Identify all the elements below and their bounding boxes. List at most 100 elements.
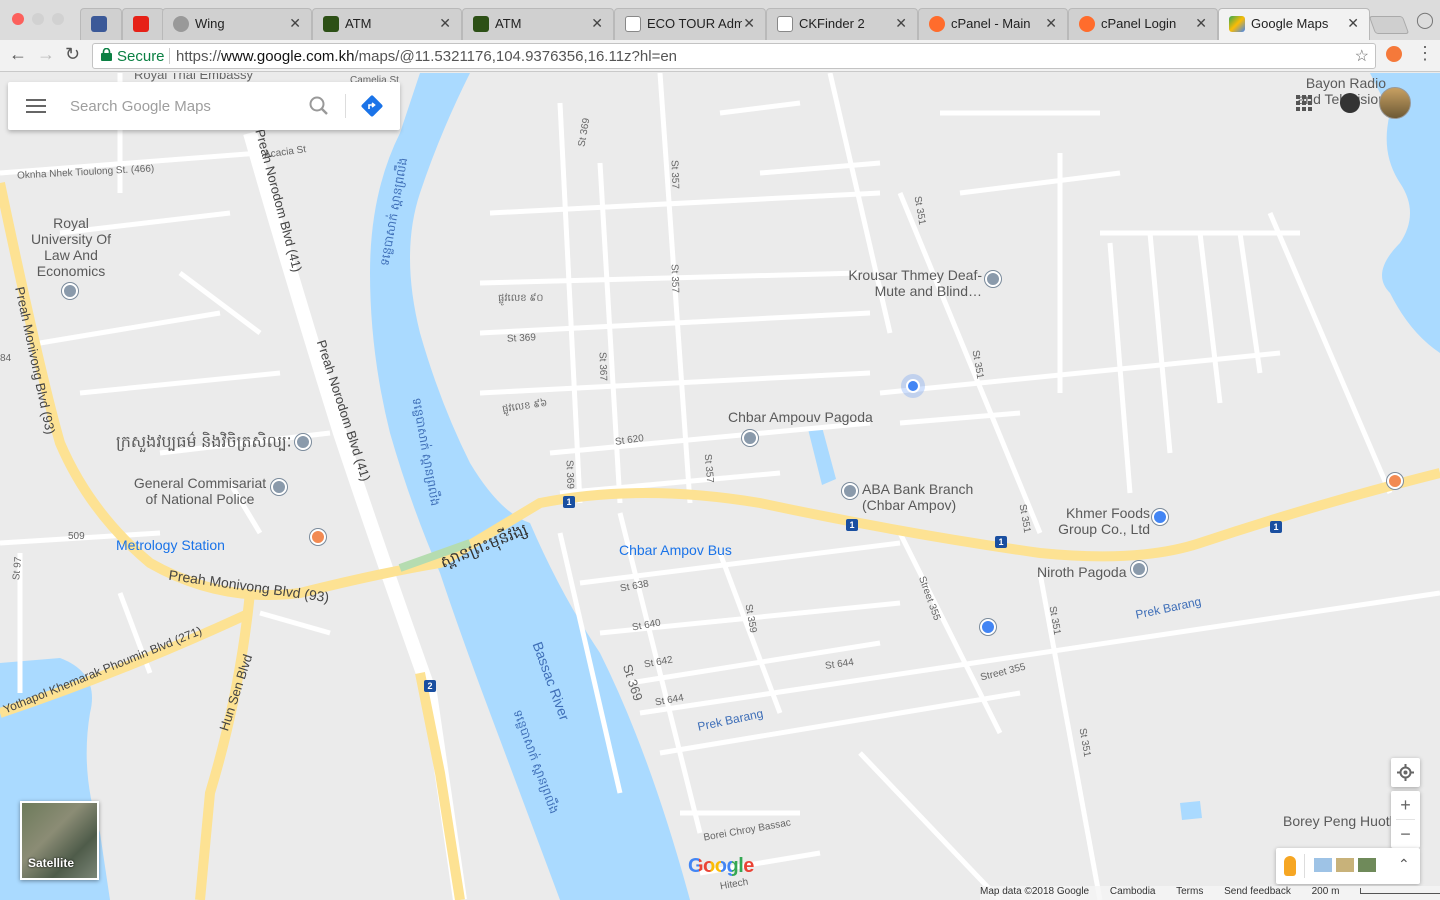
my-location-dot[interactable] (906, 379, 920, 393)
tab-facebook[interactable] (80, 8, 122, 40)
pagoda-pin-icon[interactable] (742, 430, 758, 446)
browser-menu-icon[interactable]: ⋮ (1416, 43, 1434, 64)
divider (345, 94, 346, 118)
back-icon[interactable]: ← (9, 44, 27, 65)
tab-youtube[interactable] (122, 8, 164, 40)
terms-link[interactable]: Terms (1176, 886, 1203, 897)
route-shield: 1 (563, 496, 575, 508)
divider (1304, 854, 1305, 878)
food-pin-icon[interactable] (1387, 473, 1403, 489)
tab-google-maps[interactable]: Google Maps ✕ (1218, 8, 1370, 40)
crosshair-icon (1397, 764, 1414, 781)
tab-title: ATM (495, 16, 522, 31)
restaurant-pin-icon[interactable] (310, 529, 326, 545)
satellite-toggle[interactable]: Satellite (20, 801, 99, 880)
tab-title: Google Maps (1251, 16, 1329, 31)
secure-label: Secure (117, 48, 165, 65)
lock-icon (101, 48, 112, 61)
close-icon[interactable]: ✕ (1045, 15, 1057, 32)
directions-icon[interactable] (361, 95, 383, 117)
bookmark-star-icon[interactable]: ☆ (1355, 46, 1369, 66)
satellite-label: Satellite (28, 856, 75, 870)
street-label: 509 (68, 531, 85, 542)
close-icon[interactable]: ✕ (1347, 15, 1359, 32)
my-location-button[interactable] (1391, 758, 1420, 787)
search-icon[interactable] (308, 95, 330, 117)
scale-label[interactable]: 200 m (1312, 886, 1340, 897)
bank-pin-icon[interactable] (842, 483, 858, 499)
pagoda-pond (808, 427, 836, 485)
tab-wing[interactable]: Wing ✕ (162, 8, 312, 40)
tab-strip: Wing ✕ ATM ✕ ATM ✕ ECO TOUR Adm ✕ CKFind… (0, 0, 1440, 40)
atm-icon (323, 16, 339, 32)
youtube-icon (133, 16, 149, 32)
tab-cpanel-main[interactable]: cPanel - Main ✕ (918, 8, 1068, 40)
url-scheme: https:// (176, 48, 222, 65)
street-label: ផ្លូវលេខ ៩០ (498, 293, 544, 304)
page-icon (777, 16, 793, 32)
shopping-bag-pin-icon[interactable] (980, 619, 996, 635)
profile-icon[interactable]: ◯ (1416, 10, 1434, 30)
zoom-in-button[interactable]: + (1391, 791, 1420, 819)
apps-grid-icon[interactable] (1296, 95, 1312, 111)
close-icon[interactable]: ✕ (1195, 15, 1207, 32)
region-link[interactable]: Cambodia (1110, 886, 1156, 897)
scale-bar (1360, 888, 1440, 895)
search-input[interactable] (70, 95, 300, 117)
map-data-attribution: Map data ©2018 Google (980, 886, 1090, 897)
shopping-pin-icon[interactable] (1152, 509, 1168, 525)
street-label: St 369 (506, 332, 537, 345)
street-label: St 367 (596, 351, 609, 382)
pond (1180, 801, 1202, 820)
close-icon[interactable]: ✕ (591, 15, 603, 32)
niroth-pin-icon[interactable] (1131, 561, 1147, 577)
menu-icon[interactable] (26, 99, 46, 113)
close-icon[interactable]: ✕ (743, 15, 755, 32)
close-icon[interactable]: ✕ (439, 15, 451, 32)
zoom-control: + − (1391, 791, 1420, 848)
satellite-layer-thumb[interactable] (1358, 858, 1376, 872)
google-logo: Google (688, 855, 754, 878)
university-pin-icon[interactable] (62, 283, 78, 299)
avatar[interactable] (1379, 87, 1411, 119)
khmer-foods-label: Khmer Foods Group Co., Ltd (1058, 505, 1150, 537)
notifications-icon[interactable] (1340, 93, 1360, 113)
borey-label: Borey Peng Huoth (1283, 813, 1398, 829)
atm-icon (473, 16, 489, 32)
commissariat-label: General Commisariat of National Police (133, 475, 267, 507)
url-host: www.google.com.kh (221, 48, 355, 65)
send-feedback-link[interactable]: Send feedback (1224, 886, 1291, 897)
tab-atm-1[interactable]: ATM ✕ (312, 8, 462, 40)
tab-cpanel-login[interactable]: cPanel Login ✕ (1068, 8, 1218, 40)
maximize-window-button[interactable] (52, 13, 64, 25)
address-bar[interactable]: Secure https://www.google.com.kh/maps/@1… (92, 43, 1376, 69)
street-label: St 357 (668, 159, 681, 190)
url-text: https://www.google.com.kh/maps/@11.53211… (176, 48, 677, 65)
facebook-icon (91, 16, 107, 32)
tab-atm-2[interactable]: ATM ✕ (462, 8, 614, 40)
new-tab-button[interactable] (1368, 16, 1410, 34)
close-icon[interactable]: ✕ (289, 15, 301, 32)
close-icon[interactable]: ✕ (895, 15, 907, 32)
close-window-button[interactable] (12, 13, 24, 25)
minimize-window-button[interactable] (32, 13, 44, 25)
krousar-label: Krousar Thmey Deaf-Mute and Blind… (848, 267, 982, 299)
tab-eco-tour[interactable]: ECO TOUR Adm ✕ (614, 8, 766, 40)
police-pin-icon[interactable] (271, 479, 287, 495)
terrain-layer-thumb[interactable] (1336, 858, 1354, 872)
page-icon (625, 16, 641, 32)
transit-layer-thumb[interactable] (1314, 858, 1332, 872)
pegman-icon[interactable] (1284, 856, 1296, 876)
map-canvas[interactable]: Royal Thai Embassy Camelia St Acacia St … (0, 73, 1440, 900)
zoom-out-button[interactable]: − (1391, 820, 1420, 848)
route-shield: 2 (424, 680, 436, 692)
ministry-pin-icon[interactable] (295, 434, 311, 450)
reload-icon[interactable]: ↻ (65, 44, 80, 65)
extension-icon[interactable] (1386, 46, 1402, 62)
forward-icon[interactable]: → (37, 44, 55, 65)
chevron-up-icon[interactable]: ⌃ (1398, 856, 1410, 873)
krousar-pin-icon[interactable] (985, 271, 1001, 287)
tab-ckfinder[interactable]: CKFinder 2 ✕ (766, 8, 918, 40)
map-footer: Map data ©2018 Google Cambodia Terms Sen… (980, 886, 1440, 900)
cpanel-icon (929, 16, 945, 32)
